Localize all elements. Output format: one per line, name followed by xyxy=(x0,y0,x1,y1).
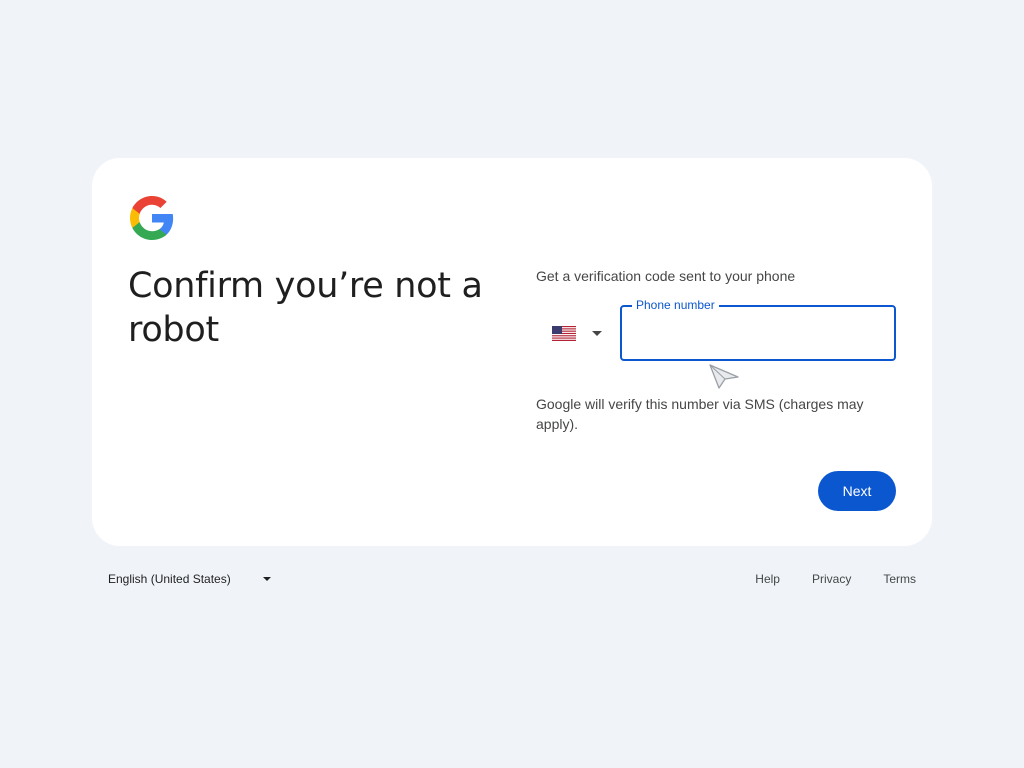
signin-card: Confirm you’re not a robot Get a verific… xyxy=(92,158,932,546)
footer: English (United States) Help Privacy Ter… xyxy=(92,564,932,594)
page-title: Confirm you’re not a robot xyxy=(128,266,483,350)
language-select[interactable]: English (United States) xyxy=(108,572,271,586)
verification-form: Get a verification code sent to your pho… xyxy=(536,158,896,546)
chevron-down-icon xyxy=(262,577,271,581)
phone-number-field[interactable]: Phone number xyxy=(620,298,896,361)
help-link[interactable]: Help xyxy=(755,572,780,586)
form-subtitle: Get a verification code sent to your pho… xyxy=(536,268,796,284)
language-label: English (United States) xyxy=(108,572,231,586)
us-flag-icon xyxy=(552,325,576,341)
terms-link[interactable]: Terms xyxy=(883,572,916,586)
country-code-select[interactable] xyxy=(544,318,614,348)
sms-disclaimer: Google will verify this number via SMS (… xyxy=(536,396,864,432)
next-button[interactable]: Next xyxy=(818,471,896,511)
phone-number-input[interactable] xyxy=(622,307,894,359)
mouse-pointer-icon xyxy=(709,364,739,389)
chevron-down-icon xyxy=(592,330,602,336)
google-logo-icon xyxy=(130,196,174,240)
phone-number-label: Phone number xyxy=(632,298,719,312)
footer-links: Help Privacy Terms xyxy=(755,572,916,586)
privacy-link[interactable]: Privacy xyxy=(812,572,851,586)
